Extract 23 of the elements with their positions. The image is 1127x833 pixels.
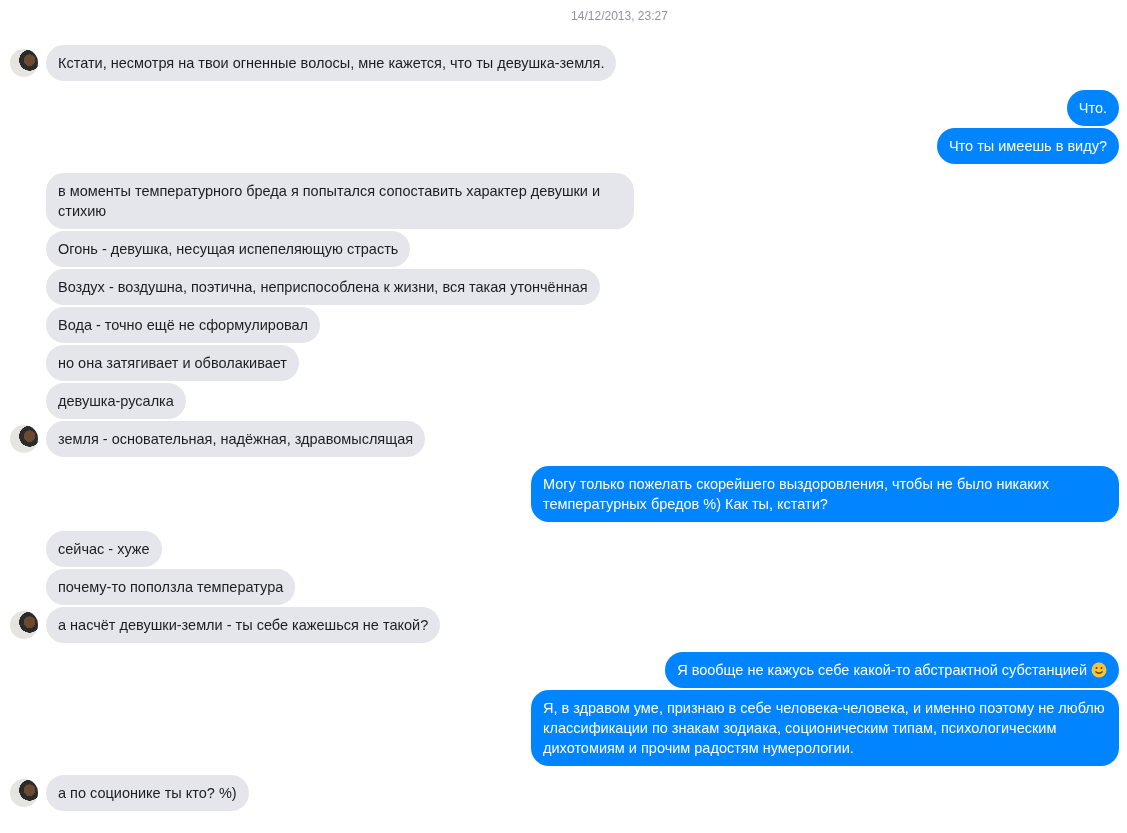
message-bubble: Что ты имеешь в виду?: [936, 128, 1119, 164]
avatar-photo-placeholder[interactable]: [10, 49, 38, 77]
avatar-photo-placeholder[interactable]: [10, 779, 38, 807]
message-bubble: но она затягивает и обволакивает: [46, 345, 299, 381]
message-bubble: Могу только пожелать скорейшего выздоровления, чтобы не было никаких температурных бредов %) Как ты, кстати?: [531, 466, 1119, 522]
message-bubble: Вода - точно ещё не сформулировал: [46, 307, 321, 343]
message-bubble: а по соционике ты кто? %): [46, 775, 249, 811]
avatar-photo-placeholder[interactable]: [10, 611, 38, 639]
message-bubble: сейчас - хуже: [46, 531, 162, 567]
message-bubble: земля - основательная, надёжная, здравомыслящая: [46, 421, 426, 457]
message-bubble: девушка-русалка: [46, 383, 186, 419]
message-bubble: Огонь - девушка, несущая испепеляющую страсть: [46, 231, 411, 267]
message-bubble: а насчёт девушки-земли - ты себе кажешься не такой?: [46, 607, 441, 643]
message-bubble: Воздух - воздушна, поэтична, неприспособлена к жизни, вся такая утончённая: [46, 269, 600, 305]
message-bubble: почему-то поползла температура: [46, 569, 296, 605]
message-bubble: Я, в здравом уме, признаю в себе человека-человека, и именно поэтому не люблю классификации по знакам зодиака, соционическим типам, психологическим дихотомиям и прочим радостям нумерологии.: [531, 690, 1119, 766]
message-bubble: в моменты температурного бреда я попытался сопоставить характер девушки и стихию: [46, 173, 634, 229]
avatar-photo-placeholder[interactable]: [10, 425, 38, 453]
message-bubble: Что.: [1066, 90, 1119, 126]
message-bubble: Кстати, несмотря на твои огненные волосы, мне кажется, что ты девушка-земля.: [46, 45, 617, 81]
timestamp: 14/12/2013, 23:27: [571, 8, 668, 25]
smiley-icon: [1091, 662, 1107, 678]
message-bubble: Я вообще не кажусь себе какой-то абстрактной субстанцией: [665, 652, 1119, 688]
